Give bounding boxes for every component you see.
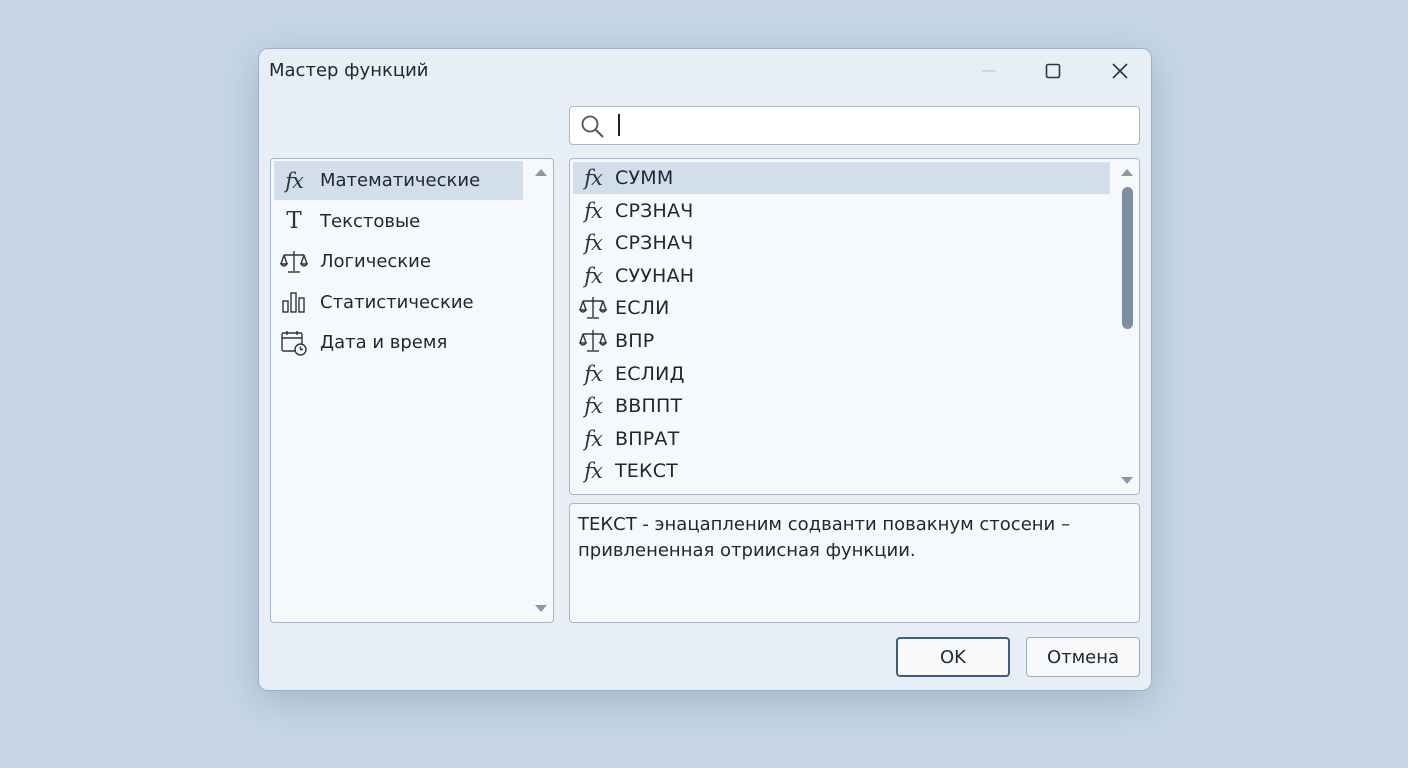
fx-icon: fx [584,361,603,386]
function-item-label: ТЕКСТ [615,460,678,483]
function-item[interactable]: fx ВПРАТ [573,423,1110,455]
scroll-down-arrow-icon[interactable] [1121,477,1133,484]
fx-icon: fx [584,198,603,223]
function-item[interactable]: fx СРЗНАЧ [573,227,1110,259]
fx-icon: fx [285,168,304,193]
function-item-label: ЕСЛИ [615,297,670,320]
function-item[interactable]: fx ВВППТ [573,390,1110,422]
category-item-label: Статистические [320,291,474,313]
search-input[interactable] [614,111,1133,142]
function-item-label: СУММ [615,167,674,189]
function-item-label: ВПР [615,330,655,352]
category-item-label: Математические [320,170,481,191]
fx-icon: fx [584,263,603,288]
function-item-label: СУУНАН [615,264,695,287]
scroll-up-arrow-icon[interactable] [535,169,547,176]
fx-icon: fx [584,231,603,256]
function-item[interactable]: fx ЕСЛИД [573,358,1110,390]
description-text: ТЕКСТ - энацапленим содванти повакнум ст… [578,514,1070,561]
scales-icon [573,325,613,357]
search-icon [581,115,604,138]
category-item[interactable]: Логические [274,242,523,281]
cancel-button[interactable]: Отмена [1026,637,1140,677]
category-item[interactable]: Статистические [274,283,523,322]
category-item-label: Дата и время [320,332,448,353]
minimize-icon [982,70,996,72]
function-list[interactable]: fx СУММ fx СРЗНАЧ fx СРЗНАЧ fx СУУНАН ЕСЛИ ВПР fx Е… [569,158,1140,495]
category-item[interactable]: Дата и время [274,323,523,362]
category-item-label: Логические [320,251,431,272]
function-item[interactable]: fx СУУНАН [573,260,1110,292]
fx-icon: fx [584,426,603,451]
maximize-icon [1045,63,1061,79]
category-item[interactable]: fx Математические [274,161,523,200]
search-box[interactable] [569,106,1140,145]
close-icon [1112,63,1128,79]
text-t-icon: T [286,208,302,234]
close-button[interactable] [1097,55,1143,87]
function-item-label: СРЗНАЧ [615,199,694,222]
function-item-label: ВПРАТ [615,427,680,450]
function-item[interactable]: fx ТЕКСТ [573,455,1110,487]
window-title: Мастер функций [269,60,429,81]
bar-chart-icon [274,283,314,322]
function-item-label: ЕСЛИД [615,362,685,385]
function-item-label: ВВППТ [615,395,683,418]
function-item-label: СРЗНАЧ [615,232,694,255]
text-caret [618,114,620,136]
calendar-clock-icon [274,323,314,362]
function-scrollbar[interactable] [1117,161,1137,492]
function-item[interactable]: fx СРЗНАЧ [573,195,1110,227]
function-item[interactable]: ВПР [573,325,1110,357]
fx-icon: fx [584,394,603,419]
function-item[interactable]: fx СУММ [573,162,1110,194]
category-item-label: Текстовые [320,210,421,232]
scrollbar-thumb[interactable] [1122,187,1133,329]
scroll-up-arrow-icon[interactable] [1121,169,1133,176]
scales-icon [573,292,613,324]
ok-button[interactable]: OK [896,637,1010,677]
title-bar[interactable]: Мастер функций [259,49,1151,93]
scroll-down-arrow-icon[interactable] [535,605,547,612]
category-scrollbar[interactable] [531,161,551,620]
maximize-button[interactable] [1030,55,1076,87]
function-description: ТЕКСТ - энацапленим содванти повакнум ст… [569,503,1140,623]
category-list[interactable]: fx Математические T Текстовые Логические Стат… [270,158,554,623]
scales-icon [274,242,314,281]
minimize-button[interactable] [966,55,1012,87]
fx-icon: fx [584,166,603,190]
function-wizard-dialog: Мастер функций fx Математические T Текстовы… [258,48,1152,691]
category-item[interactable]: T Текстовые [274,202,523,241]
function-item[interactable]: ЕСЛИ [573,292,1110,324]
fx-icon: fx [584,459,603,484]
